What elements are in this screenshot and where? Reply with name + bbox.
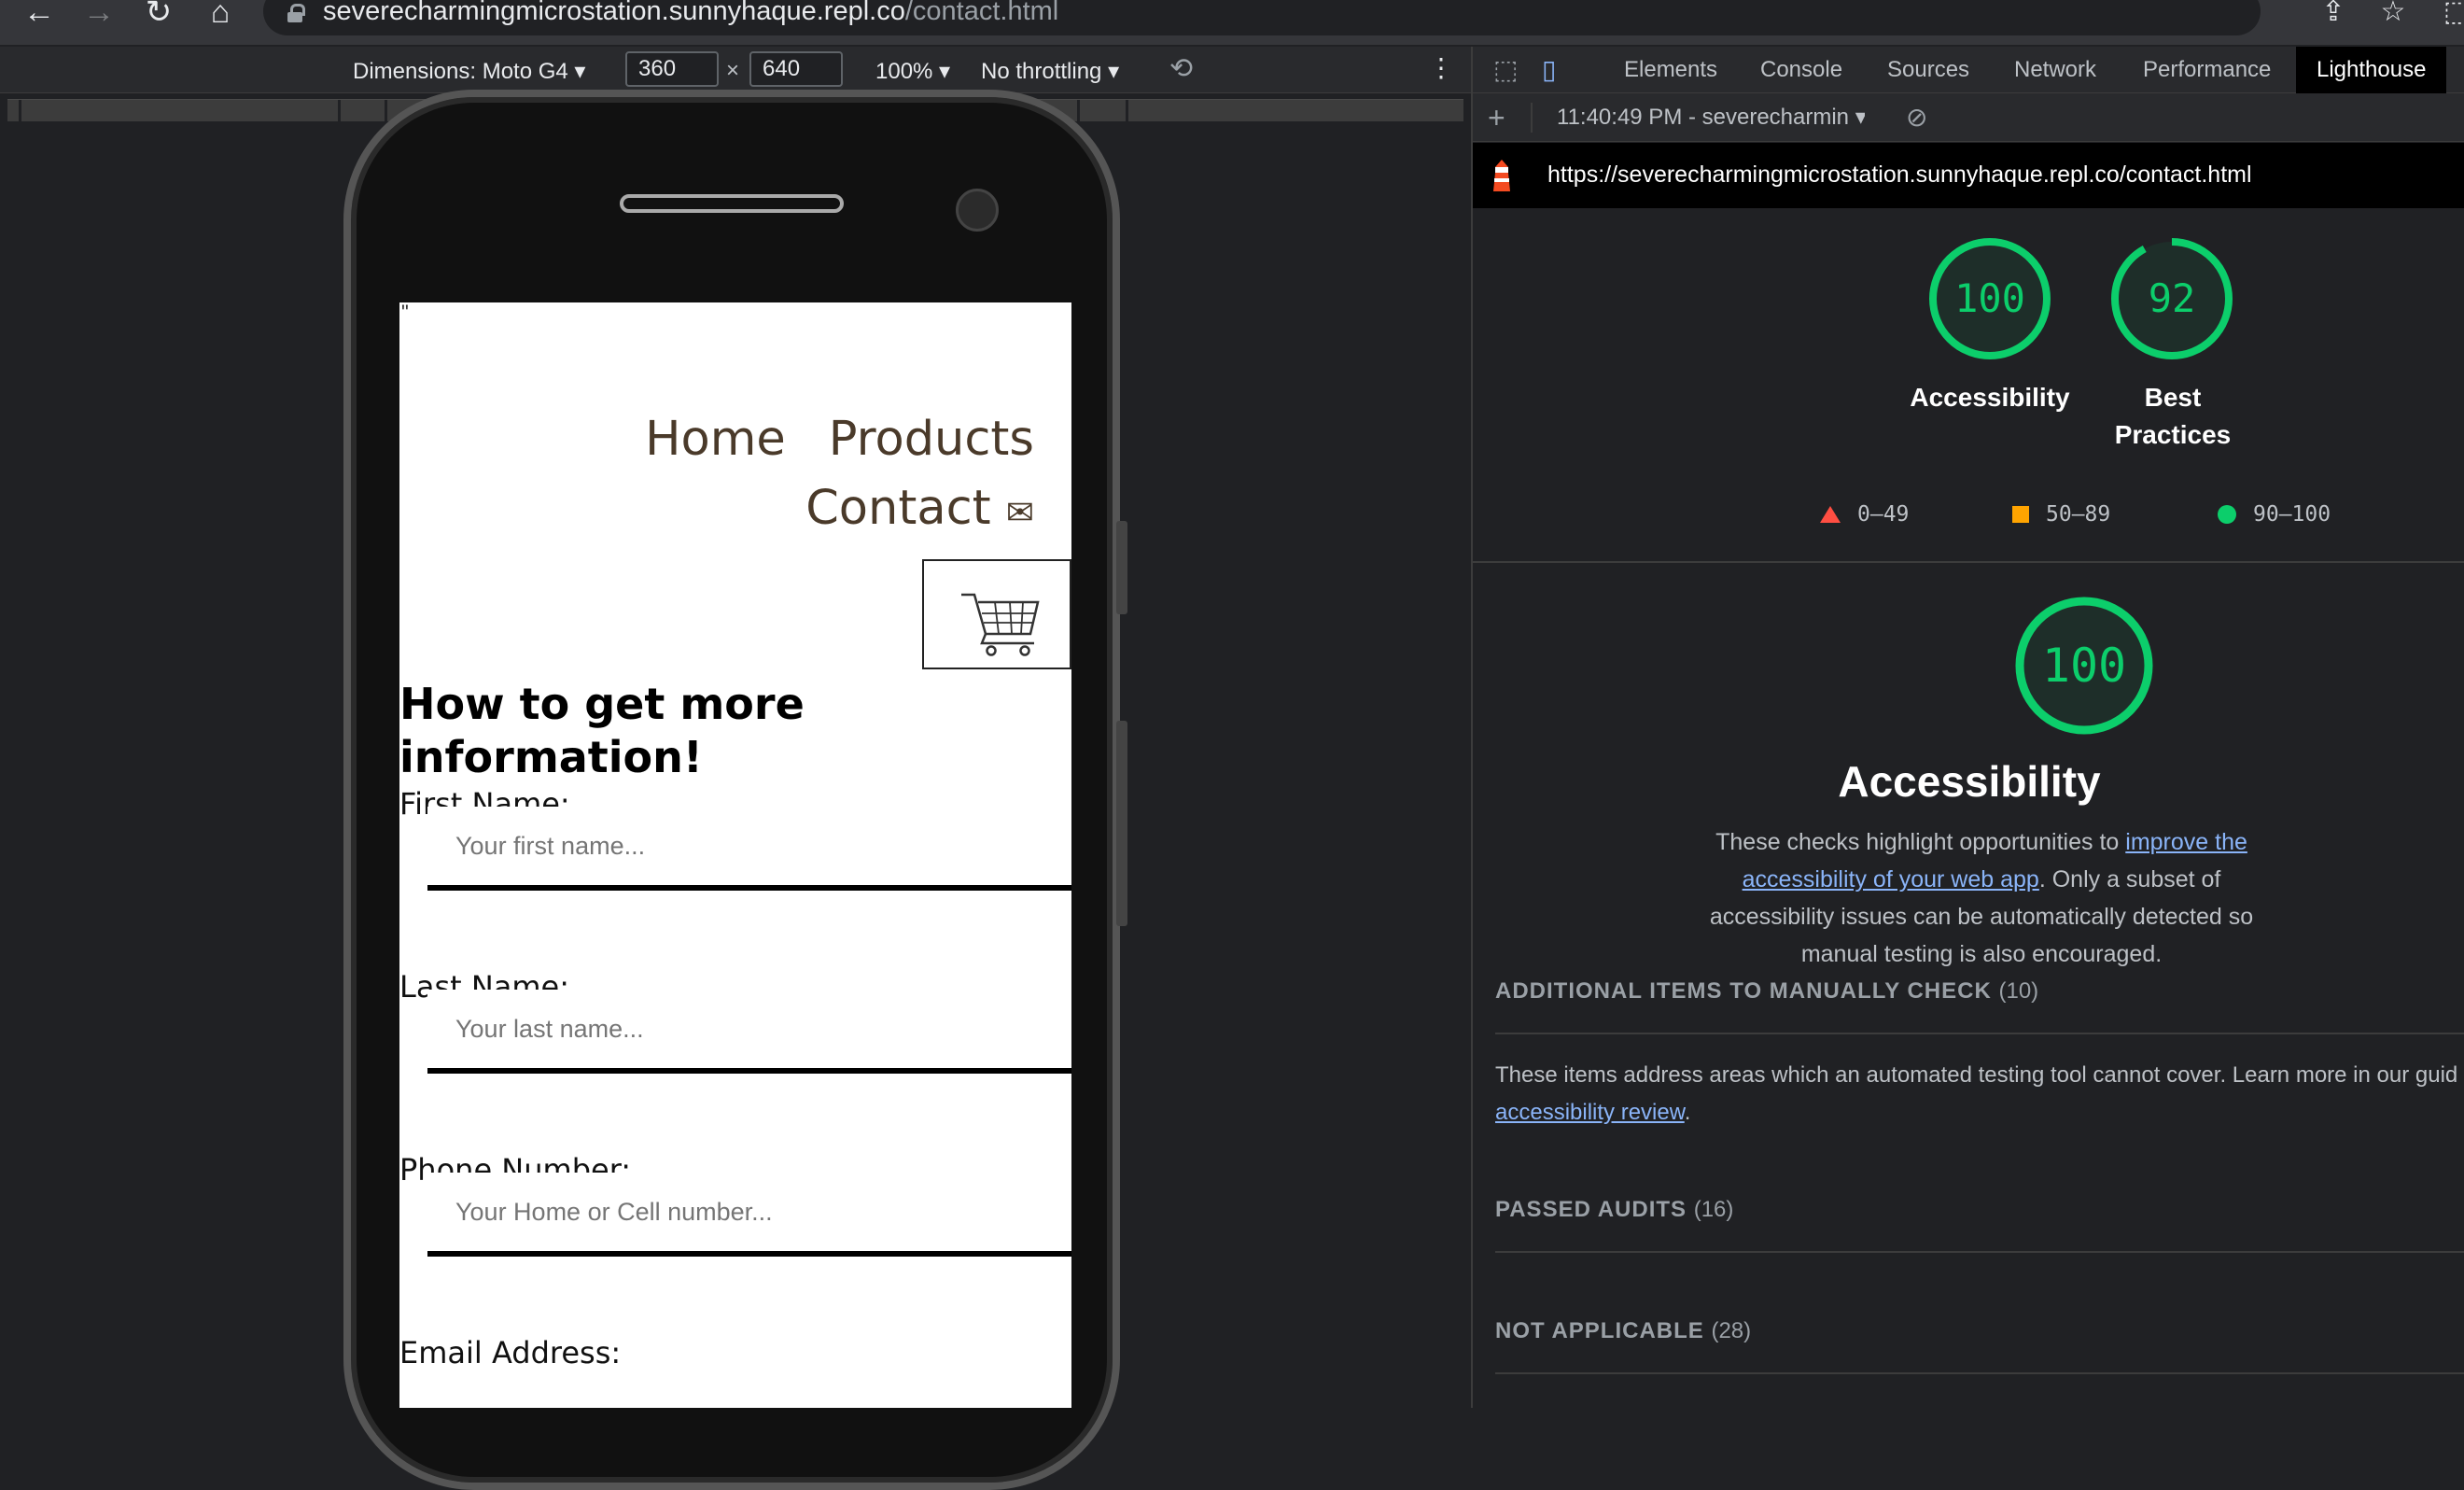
- report-url-bar: https://severecharmingmicrostation.sunny…: [1473, 143, 2464, 208]
- bookmark-star-icon[interactable]: ☆: [2374, 0, 2412, 28]
- dimension-times: ×: [726, 58, 740, 83]
- device-dimensions-select[interactable]: Dimensions: Moto G4 ▾: [353, 58, 585, 85]
- lighthouse-logo-icon: [1493, 160, 1510, 191]
- inspect-element-icon[interactable]: ⬚: [1493, 47, 1525, 93]
- url-host: severecharmingmicrostation.sunnyhaque.re…: [323, 0, 905, 26]
- zoom-label: 100%: [875, 59, 933, 84]
- group-manual-desc-end: .: [1684, 1100, 1691, 1125]
- last-name-input[interactable]: [427, 990, 1071, 1074]
- new-report-icon[interactable]: +: [1488, 94, 1505, 141]
- legend-pass: 90–100: [2218, 502, 2331, 527]
- device-dimensions-label: Dimensions: Moto G4: [353, 59, 568, 84]
- legend-average-label: 50–89: [2046, 502, 2111, 527]
- legend-fail-label: 0–49: [1857, 502, 1910, 527]
- page-screen: " Home Products Contact ✉ How to get more…: [399, 302, 1071, 1408]
- gauge-accessibility-label: Accessibility: [1910, 383, 2070, 412]
- home-icon[interactable]: ⌂: [202, 0, 239, 28]
- browser-toolbar: ← → ↻ ⌂ severecharmingmicrostation.sunny…: [0, 0, 2464, 45]
- lock-icon: [287, 4, 305, 22]
- zoom-select[interactable]: 100% ▾: [875, 58, 950, 85]
- address-url[interactable]: severecharmingmicrostation.sunnyhaque.re…: [323, 0, 1058, 27]
- category-score: 100: [2042, 639, 2126, 693]
- device-width-input[interactable]: [625, 51, 719, 87]
- group-passed-count: (16): [1693, 1197, 1734, 1222]
- category-title: Accessibility: [1838, 757, 2101, 806]
- group-divider: [1495, 1251, 2464, 1253]
- accessibility-review-link[interactable]: accessibility review: [1495, 1100, 1685, 1125]
- tab-performance[interactable]: Performance: [2143, 47, 2271, 93]
- tab-network[interactable]: Network: [2014, 47, 2096, 93]
- reload-icon[interactable]: ↻: [140, 0, 177, 28]
- legend-pass-label: 90–100: [2253, 502, 2331, 527]
- group-manual-description: These items address areas which an autom…: [1495, 1057, 2464, 1132]
- group-manual-count: (10): [1998, 978, 2039, 1004]
- gauge-best-practices-score: 92: [2149, 275, 2196, 321]
- throttling-label: No throttling: [981, 59, 1102, 84]
- nav-products-link[interactable]: Products: [829, 412, 1034, 467]
- share-icon[interactable]: ⇪: [2315, 0, 2352, 28]
- group-manual-title: ADDITIONAL ITEMS TO MANUALLY CHECK: [1495, 978, 1992, 1004]
- section-divider: [1473, 561, 2464, 563]
- back-icon[interactable]: ←: [21, 0, 58, 28]
- group-manual-check[interactable]: ADDITIONAL ITEMS TO MANUALLY CHECK (10): [1495, 978, 2038, 1005]
- devtools-tabbar: ⬚ ▯ Elements Console Sources Network Per…: [1473, 47, 2464, 93]
- envelope-icon: ✉: [1005, 494, 1034, 532]
- cart-button[interactable]: [922, 559, 1071, 669]
- url-path: /contact.html: [904, 0, 1059, 26]
- lighthouse-toolbar: + 11:40:49 PM - severecharmin ▾ ⊘: [1473, 93, 2464, 142]
- phone-side-button: [1116, 721, 1127, 926]
- report-url[interactable]: https://severecharmingmicrostation.sunny…: [1547, 162, 2252, 189]
- triangle-fail-icon: [1820, 506, 1841, 523]
- page-heading: How to get more information!: [399, 679, 805, 782]
- group-manual-desc-text: These items address areas which an autom…: [1495, 1062, 2458, 1088]
- address-bar[interactable]: severecharmingmicrostation.sunnyhaque.re…: [263, 0, 2261, 35]
- gauge-best-practices[interactable]: 92: [2110, 237, 2233, 360]
- nav-contact-link[interactable]: Contact ✉: [763, 481, 1034, 536]
- group-not-applicable-title: NOT APPLICABLE: [1495, 1318, 1704, 1343]
- devtools-panel: ⬚ ▯ Elements Console Sources Network Per…: [1471, 47, 2464, 1408]
- first-name-input[interactable]: [427, 807, 1071, 891]
- gauge-accessibility-score: 100: [1954, 275, 2025, 321]
- tab-console[interactable]: Console: [1760, 47, 1842, 93]
- group-not-applicable[interactable]: NOT APPLICABLE (28): [1495, 1318, 1751, 1344]
- throttling-select[interactable]: No throttling ▾: [981, 58, 1119, 85]
- more-options-icon[interactable]: ⋮: [1428, 52, 1454, 83]
- email-address-label: Email Address:: [399, 1335, 622, 1371]
- category-description: These checks highlight opportunities to …: [1678, 823, 2285, 973]
- rotate-icon[interactable]: ⟲: [1169, 52, 1193, 85]
- nav-contact-label: Contact: [805, 481, 991, 536]
- legend-average: 50–89: [2012, 502, 2110, 527]
- stray-quote-text: ": [401, 302, 409, 324]
- gauge-accessibility[interactable]: 100: [1928, 237, 2051, 360]
- device-toolbar: Dimensions: Moto G4 ▾ × 100% ▾ No thrott…: [0, 47, 1471, 93]
- phone-side-button: [1116, 521, 1127, 614]
- square-average-icon: [2012, 506, 2029, 523]
- extensions-icon[interactable]: ⬚: [2438, 0, 2464, 28]
- tab-elements[interactable]: Elements: [1624, 47, 1717, 93]
- report-selector-label: 11:40:49 PM - severecharmin: [1557, 105, 1850, 130]
- phone-speaker: [620, 194, 844, 213]
- gauge-best-practices-label: Best Practices: [2114, 383, 2232, 449]
- clear-reports-icon[interactable]: ⊘: [1906, 93, 1927, 142]
- phone-number-input[interactable]: [427, 1173, 1071, 1257]
- group-divider: [1495, 1372, 2464, 1374]
- group-passed-title: PASSED AUDITS: [1495, 1197, 1687, 1222]
- report-selector[interactable]: 11:40:49 PM - severecharmin ▾: [1557, 93, 1865, 142]
- site-nav: Home Products Contact ✉: [602, 405, 1034, 548]
- tab-sources[interactable]: Sources: [1887, 47, 1969, 93]
- circle-pass-icon: [2218, 505, 2236, 524]
- phone-camera: [956, 189, 999, 232]
- group-divider: [1495, 1033, 2464, 1034]
- tab-lighthouse[interactable]: Lighthouse: [2296, 47, 2447, 93]
- category-accessibility-gauge: 100: [2015, 597, 2153, 735]
- nav-home-link[interactable]: Home: [645, 412, 786, 467]
- group-passed-audits[interactable]: PASSED AUDITS (16): [1495, 1197, 1733, 1223]
- device-height-input[interactable]: [749, 51, 843, 87]
- forward-icon[interactable]: →: [80, 0, 118, 28]
- device-toggle-icon[interactable]: ▯: [1542, 47, 1574, 93]
- legend-fail: 0–49: [1820, 502, 1909, 527]
- group-not-applicable-count: (28): [1711, 1318, 1752, 1343]
- cart-icon: [961, 593, 1040, 656]
- category-desc-text: These checks highlight opportunities to: [1715, 829, 2126, 855]
